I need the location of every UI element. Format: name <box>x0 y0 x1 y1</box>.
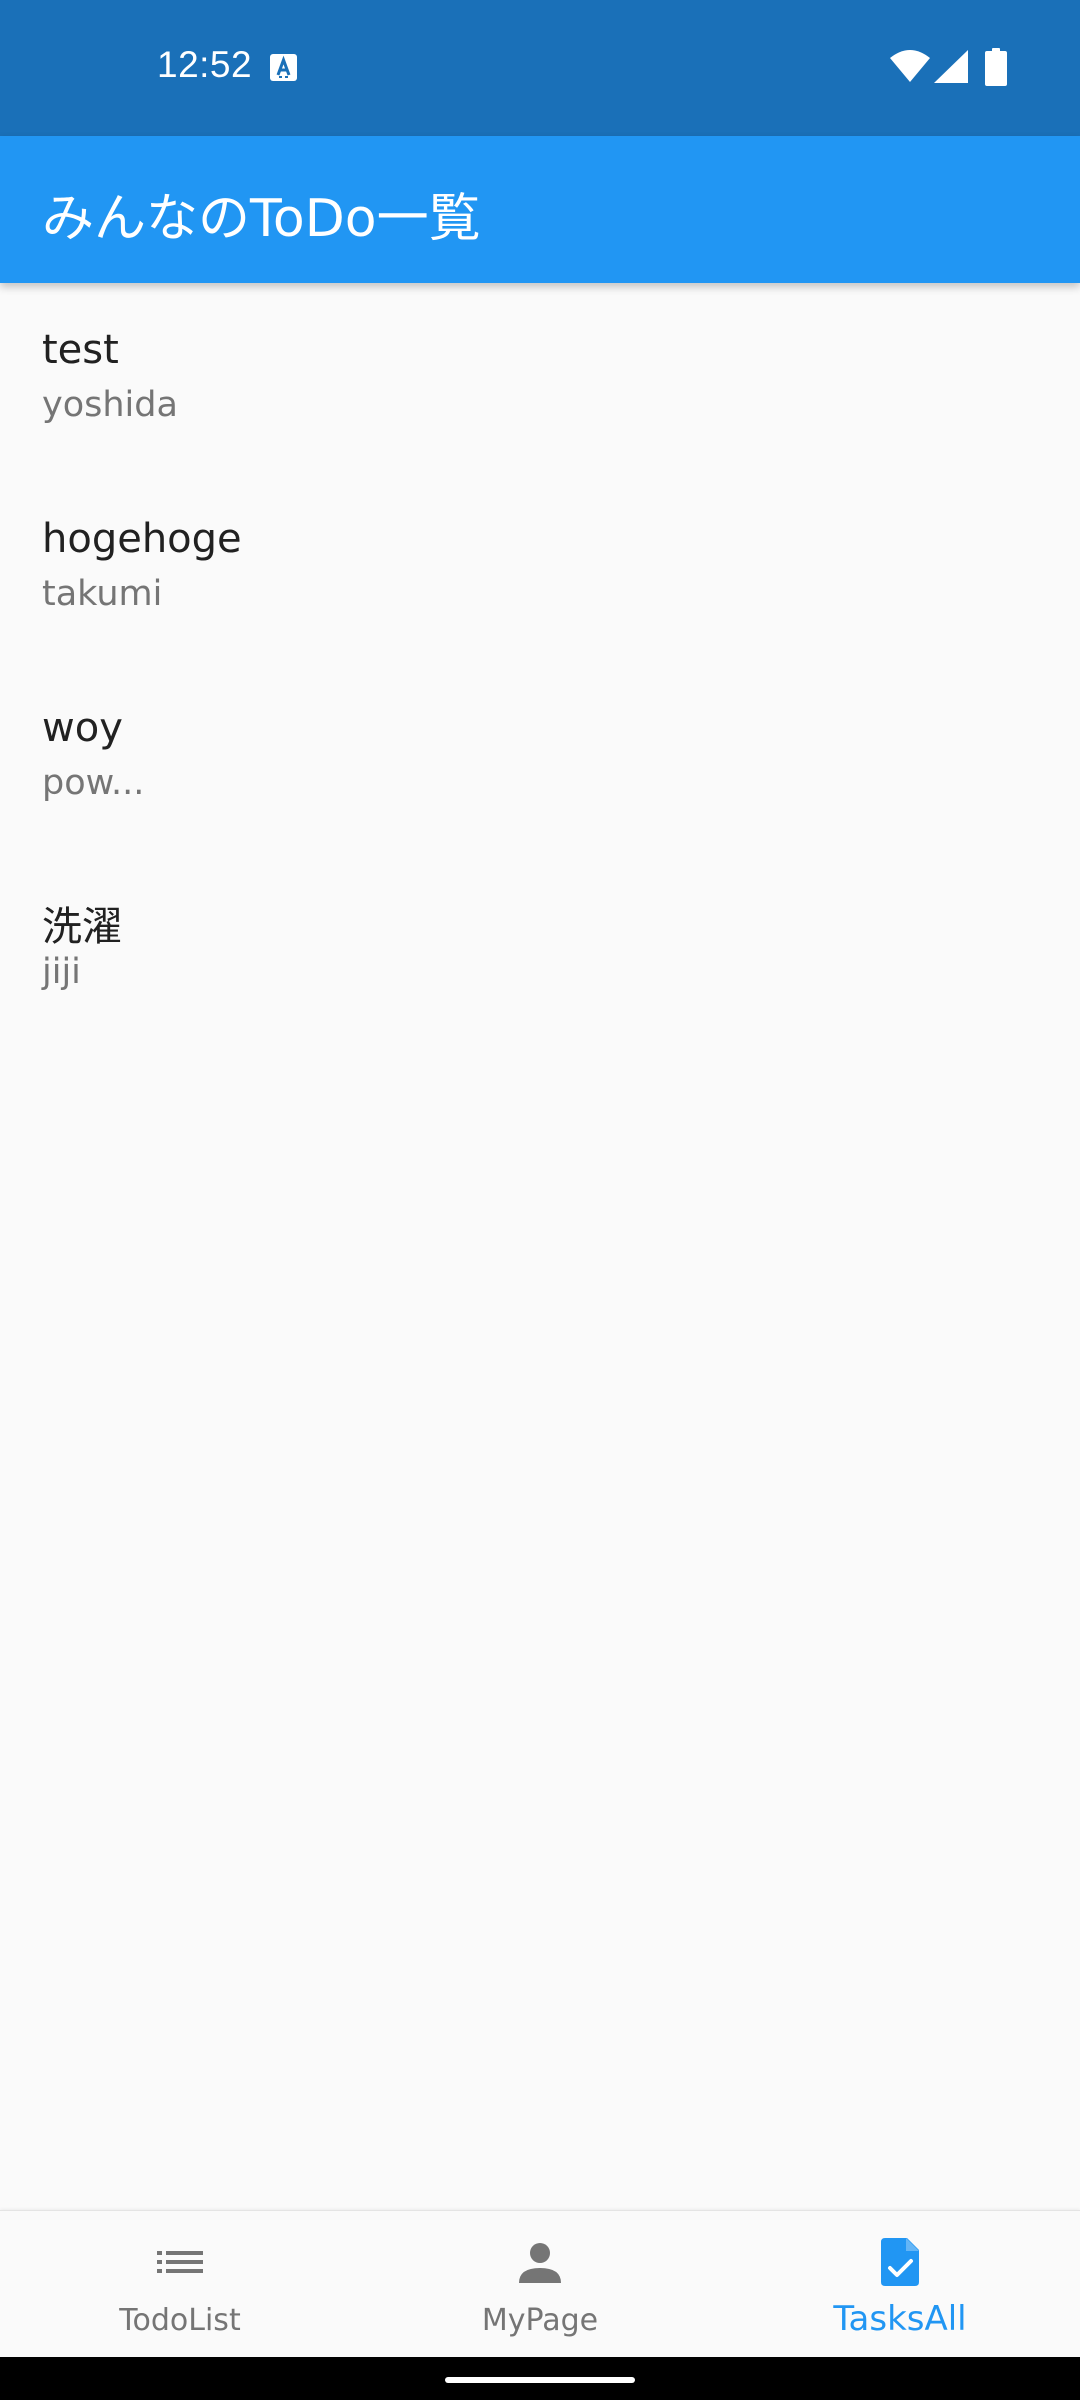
cell-signal-icon <box>934 50 968 83</box>
status-bar: 12:52 <box>0 0 1080 136</box>
task-user: pow... <box>42 763 145 803</box>
system-gesture-bar <box>0 2357 1080 2400</box>
wifi-icon <box>890 50 930 82</box>
nav-item-todolist[interactable]: TodoList <box>0 2211 360 2358</box>
nav-label-todolist: TodoList <box>119 2303 241 2338</box>
a-notification-icon <box>270 54 297 81</box>
nav-label-mypage: MyPage <box>481 2303 599 2338</box>
task-title: woy <box>42 705 123 751</box>
list-item[interactable]: woy pow... <box>0 661 1080 850</box>
person-icon <box>519 2243 561 2283</box>
nav-label-tasksall: TasksAll <box>833 2299 967 2339</box>
nav-item-mypage[interactable]: MyPage <box>360 2211 720 2358</box>
status-time: 12:52 <box>157 44 253 85</box>
app-bar: みんなのToDo一覧 <box>0 136 1080 283</box>
task-title: test <box>42 327 119 373</box>
task-list: test yoshida hogehoge takumi woy pow... … <box>0 283 1080 1039</box>
task-title: 洗濯 <box>42 904 122 950</box>
task-user: jiji <box>42 952 81 992</box>
task-check-icon <box>881 2238 919 2286</box>
task-title: hogehoge <box>42 516 242 562</box>
screen: 12:52 みんなのToDo一覧 test yoshida hogehoge t… <box>0 0 1080 2400</box>
task-user: yoshida <box>42 385 178 425</box>
task-user: takumi <box>42 574 163 614</box>
bottom-navigation: TodoList MyPage TasksAll <box>0 2210 1080 2357</box>
list-item[interactable]: hogehoge takumi <box>0 472 1080 661</box>
list-item[interactable]: test yoshida <box>0 283 1080 472</box>
list-item[interactable]: 洗濯 jiji <box>0 850 1080 1039</box>
home-gesture-handle[interactable] <box>445 2377 635 2383</box>
list-icon <box>157 2251 203 2273</box>
battery-icon <box>985 48 1007 86</box>
page-title: みんなのToDo一覧 <box>42 189 481 249</box>
nav-item-tasksall[interactable]: TasksAll <box>720 2211 1080 2358</box>
